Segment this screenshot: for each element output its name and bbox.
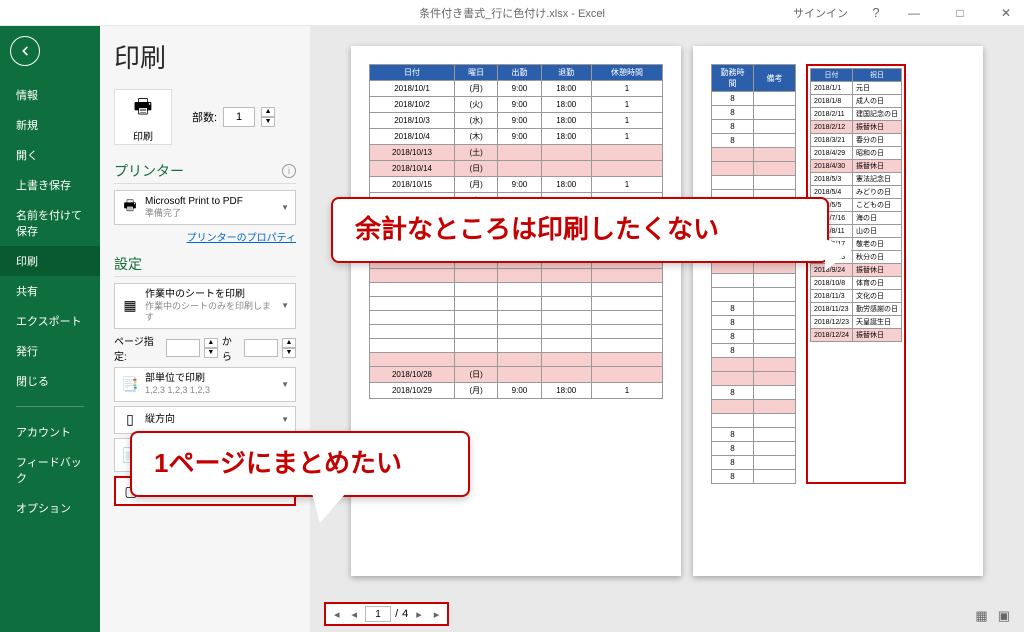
- chevron-down-icon: ▼: [281, 301, 289, 310]
- copies-up[interactable]: ▲: [261, 107, 275, 117]
- sidebar-item-2[interactable]: 開く: [0, 140, 100, 170]
- copies-input[interactable]: [223, 107, 255, 127]
- collate-icon: 📑: [121, 375, 139, 393]
- page-range-label: ページ指定:: [114, 333, 162, 363]
- holiday-highlight-box: 日付祝日2018/1/1元日2018/1/8成人の日2018/2/11建国記念の…: [806, 64, 906, 484]
- collate-dropdown[interactable]: 📑 部単位で印刷 1,2,3 1,2,3 1,2,3 ▼: [114, 367, 296, 402]
- sidebar-divider: [16, 406, 84, 407]
- sheet-icon: ▦: [121, 297, 139, 315]
- portrait-icon: ▯: [121, 411, 139, 429]
- page-first[interactable]: ◂: [330, 608, 344, 621]
- help-icon[interactable]: ?: [866, 5, 886, 20]
- sidebar-footer-2[interactable]: オプション: [0, 493, 100, 523]
- sidebar-footer-1[interactable]: フィードバック: [0, 447, 100, 493]
- info-icon[interactable]: i: [282, 164, 296, 178]
- sidebar-item-1[interactable]: 新規: [0, 110, 100, 140]
- sidebar-item-6[interactable]: 共有: [0, 276, 100, 306]
- annotation-callout-2: 1ページにまとめたい: [130, 431, 470, 497]
- signin-link[interactable]: サインイン: [793, 5, 848, 21]
- minimize-button[interactable]: —: [896, 0, 932, 26]
- copies-down[interactable]: ▼: [261, 117, 275, 127]
- sidebar-item-7[interactable]: エクスポート: [0, 306, 100, 336]
- annotation-callout-1: 余計なところは印刷したくない: [331, 197, 829, 263]
- titlebar: 条件付き書式_行に色付け.xlsx - Excel サインイン ? — □ ✕: [0, 0, 1024, 26]
- page-prev[interactable]: ◂: [348, 608, 362, 621]
- chevron-down-icon: ▼: [281, 380, 289, 389]
- page-to-input[interactable]: [244, 339, 278, 357]
- printer-ready-icon: 🖶: [121, 198, 139, 216]
- chevron-down-icon: ▼: [281, 203, 289, 212]
- page-last[interactable]: ▸: [430, 608, 444, 621]
- copies-label: 部数:: [192, 109, 217, 125]
- page-from-input[interactable]: [166, 339, 200, 357]
- settings-heading: 設定: [114, 254, 296, 277]
- sidebar-footer-0[interactable]: アカウント: [0, 417, 100, 447]
- back-button[interactable]: [10, 36, 40, 66]
- print-settings-panel: 印刷 🖶 印刷 部数: ▲ ▼ プリンター i: [100, 26, 310, 632]
- preview-page-2: 勤務時間備考8888888888888 日付祝日2018/1/1元日2018/1…: [693, 46, 983, 576]
- sidebar-item-5[interactable]: 印刷: [0, 246, 100, 276]
- show-margins-icon[interactable]: ▦: [975, 608, 987, 624]
- zoom-to-page-icon[interactable]: ▣: [998, 608, 1010, 624]
- close-button[interactable]: ✕: [988, 0, 1024, 26]
- orientation-dropdown[interactable]: ▯ 縦方向 ▼: [114, 406, 296, 434]
- printer-dropdown[interactable]: 🖶 Microsoft Print to PDF 準備完了 ▼: [114, 190, 296, 225]
- window-title: 条件付き書式_行に色付け.xlsx - Excel: [419, 5, 605, 21]
- printer-icon: 🖶: [134, 92, 153, 126]
- page-current-input[interactable]: [365, 606, 391, 622]
- page-total: 4: [402, 608, 408, 620]
- printer-properties-link[interactable]: プリンターのプロパティ: [114, 229, 296, 244]
- sidebar-item-3[interactable]: 上書き保存: [0, 170, 100, 200]
- printer-heading: プリンター i: [114, 161, 296, 184]
- page-title: 印刷: [114, 38, 296, 75]
- print-what-dropdown[interactable]: ▦ 作業中のシートを印刷 作業中のシートのみを印刷します ▼: [114, 283, 296, 329]
- print-preview: 日付曜日出勤退勤休憩時間2018/10/1(月)9:0018:0012018/1…: [310, 26, 1024, 632]
- sidebar-item-0[interactable]: 情報: [0, 80, 100, 110]
- print-button[interactable]: 🖶 印刷: [114, 89, 172, 145]
- chevron-down-icon: ▼: [281, 415, 289, 424]
- sidebar-item-4[interactable]: 名前を付けて保存: [0, 200, 100, 246]
- arrow-left-icon: [18, 44, 32, 58]
- sidebar-item-8[interactable]: 発行: [0, 336, 100, 366]
- backstage-sidebar: 情報新規開く上書き保存名前を付けて保存印刷共有エクスポート発行閉じる アカウント…: [0, 26, 100, 632]
- page-navigator: ◂ ◂ / 4 ▸ ▸: [324, 602, 449, 626]
- maximize-button[interactable]: □: [942, 0, 978, 26]
- sidebar-item-9[interactable]: 閉じる: [0, 366, 100, 396]
- page-next[interactable]: ▸: [412, 608, 426, 621]
